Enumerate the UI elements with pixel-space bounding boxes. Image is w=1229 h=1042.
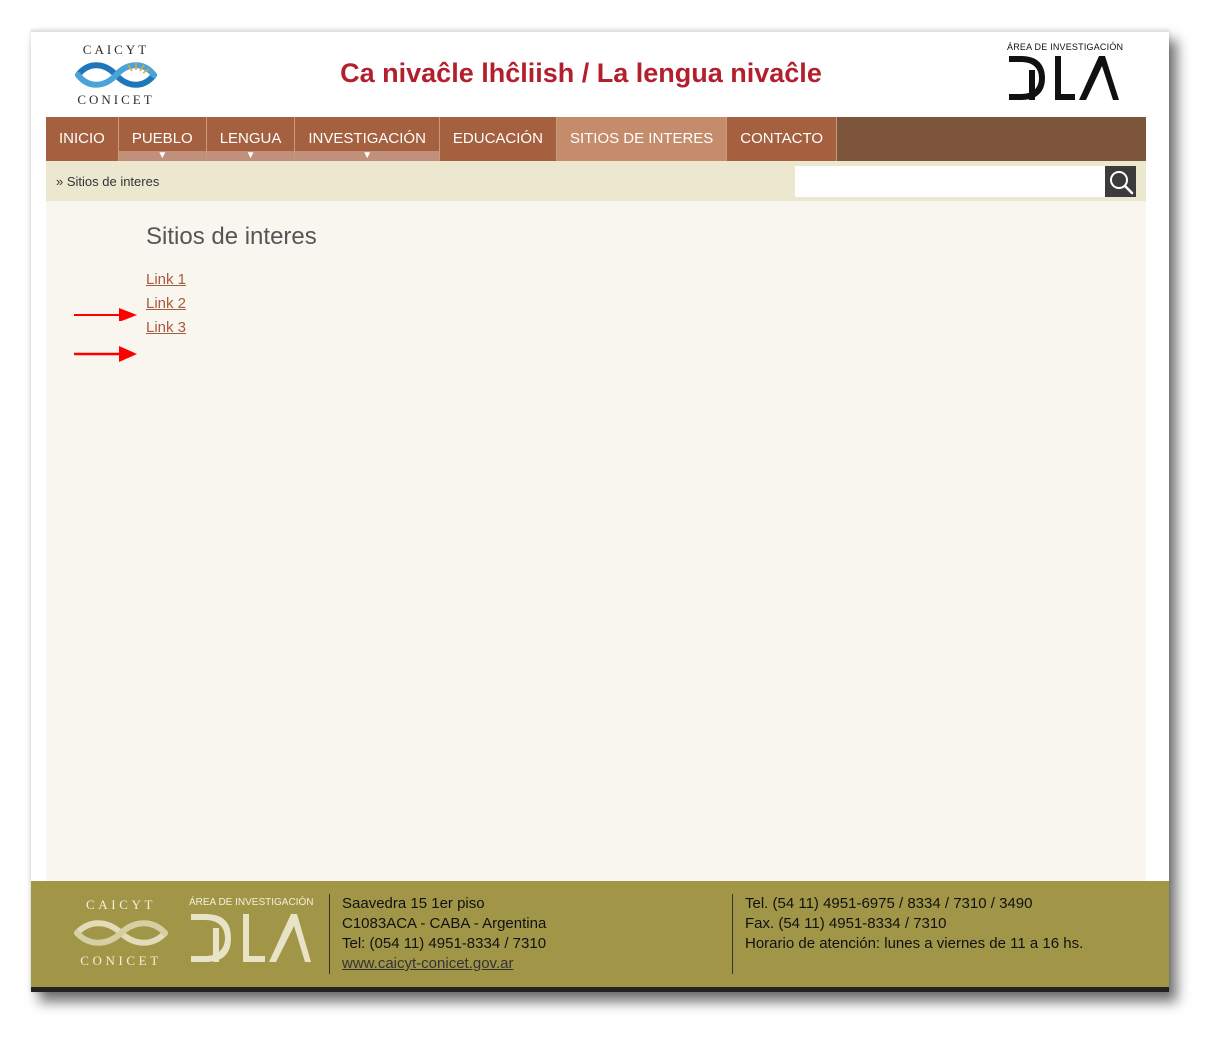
page-title: Sitios de interes (146, 223, 317, 250)
breadcrumb-bar: » Sitios de interes (46, 161, 1146, 201)
link-list: Link 1 Link 2 Link 3 (146, 271, 186, 343)
contact-line: Fax. (54 11) 4951-8334 / 7310 (745, 915, 947, 932)
site-footer: CAICYT CONICET ÁREA DE INVESTIGACIÓN Saa… (31, 881, 1169, 987)
breadcrumb: » Sitios de interes (56, 174, 160, 189)
red-arrow-icon (74, 346, 137, 362)
nav-educacion[interactable]: EDUCACIÓN (439, 117, 557, 161)
dila-wordmark-icon (1009, 56, 1119, 100)
footer-logo-caicyt-text: CAICYT (86, 897, 156, 912)
chevron-down-icon[interactable]: ▼ (118, 151, 206, 161)
link-2[interactable]: Link 2 (146, 295, 186, 319)
footer-address: Saavedra 15 1er piso C1083ACA - CABA - A… (342, 894, 546, 974)
footer-contact: Tel. (54 11) 4951-6975 / 8334 / 7310 / 3… (745, 894, 1083, 954)
nav-contacto[interactable]: CONTACTO (727, 117, 838, 161)
nav-label: SITIOS DE INTERES (569, 130, 714, 147)
logo-conicet-text: CONICET (77, 92, 155, 107)
footer-divider (732, 894, 733, 974)
infinity-logo-icon (74, 920, 168, 946)
red-arrow-icon (74, 308, 137, 321)
footer-dila-area-text: ÁREA DE INVESTIGACIÓN (189, 897, 314, 908)
chevron-down-icon[interactable]: ▼ (206, 151, 295, 161)
footer-divider (329, 894, 330, 974)
link-3[interactable]: Link 3 (146, 319, 186, 343)
contact-line: Tel. (54 11) 4951-6975 / 8334 / 7310 / 3… (745, 895, 1033, 912)
search-button[interactable] (1105, 166, 1136, 197)
search-input[interactable] (795, 166, 1105, 197)
nav-label: PUEBLO (131, 130, 193, 147)
nav-lengua[interactable]: LENGUA ▼ (206, 117, 296, 161)
nav-label: CONTACTO (740, 130, 824, 147)
website-link[interactable]: www.caicyt-conicet.gov.ar (342, 955, 513, 972)
link-1[interactable]: Link 1 (146, 271, 186, 295)
main-content: Sitios de interes Link 1 Link 2 Link 3 (46, 201, 1146, 881)
contact-line: Horario de atención: lunes a viernes de … (745, 935, 1084, 952)
chevron-down-icon[interactable]: ▼ (295, 151, 439, 161)
nav-sitios-de-interes[interactable]: SITIOS DE INTERES (556, 117, 728, 161)
footer-bottom-strip (31, 987, 1169, 992)
nav-label: EDUCACIÓN (452, 130, 543, 147)
browser-page: CAICYT CONICET Ca nivaĉle lhĉliish / La … (31, 30, 1169, 992)
address-line: Saavedra 15 1er piso (342, 895, 485, 912)
logo-caicyt-text: CAICYT (82, 42, 150, 57)
footer-dila-logo: ÁREA DE INVESTIGACIÓN (189, 897, 315, 969)
search-icon (1109, 170, 1133, 194)
main-navigation: INICIO PUEBLO ▼ LENGUA ▼ INVESTIGACIÓN ▼ ED… (46, 117, 1146, 161)
nav-investigacion[interactable]: INVESTIGACIÓN ▼ (295, 117, 440, 161)
nav-pueblo[interactable]: PUEBLO ▼ (118, 117, 207, 161)
address-line: Tel: (054 11) 4951-8334 / 7310 (342, 935, 547, 952)
dila-wordmark-icon (191, 914, 311, 962)
nav-label: INVESTIGACIÓN (308, 130, 426, 147)
nav-label: INICIO (59, 130, 105, 147)
nav-label: LENGUA (219, 130, 282, 147)
site-title: Ca nivaĉle lhĉliish / La lengua nivaĉle (340, 58, 822, 88)
dila-area-text: ÁREA DE INVESTIGACIÓN (1007, 42, 1124, 52)
site-header: CAICYT CONICET Ca nivaĉle lhĉliish / La … (31, 30, 1169, 117)
footer-caicyt-logo: CAICYT CONICET (69, 897, 173, 969)
address-line: C1083ACA - CABA - Argentina (342, 915, 547, 932)
dila-logo[interactable]: ÁREA DE INVESTIGACIÓN (1007, 42, 1123, 108)
nav-inicio[interactable]: INICIO (46, 117, 119, 161)
footer-logo-conicet-text: CONICET (80, 953, 162, 968)
